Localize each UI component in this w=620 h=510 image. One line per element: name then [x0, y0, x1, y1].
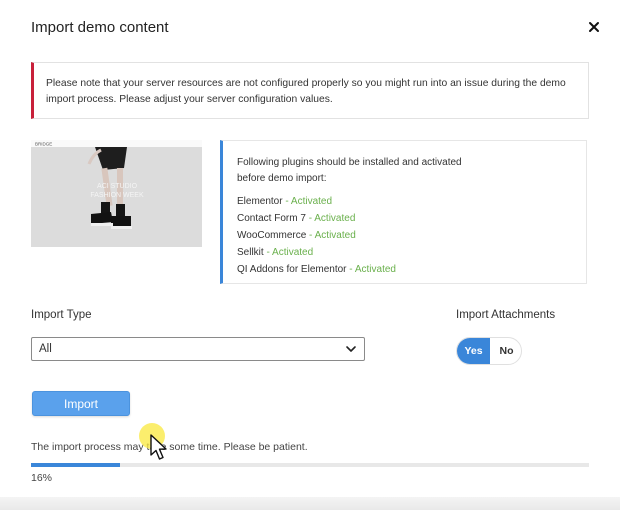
plugin-status: - Activated: [306, 230, 356, 241]
plugin-name: WooCommerce: [237, 230, 307, 241]
chevron-down-icon: [345, 343, 357, 358]
import-attachments-label: Import Attachments: [456, 309, 556, 321]
attachments-yes-option[interactable]: Yes: [457, 338, 490, 364]
plugin-name: Sellkit: [237, 247, 264, 258]
mouse-cursor-icon: [150, 434, 170, 467]
plugin-item: Elementor - Activated: [237, 193, 586, 210]
import-type-label: Import Type: [31, 309, 92, 321]
attachments-no-option[interactable]: No: [490, 338, 521, 364]
import-progress-percent: 16%: [31, 472, 53, 484]
import-progress-fill: [31, 463, 121, 467]
import-button[interactable]: Import: [32, 391, 130, 416]
import-attachments-toggle: Yes No: [456, 337, 522, 365]
notice-text: Please note that your server resources a…: [46, 78, 566, 105]
plugin-item: Sellkit - Activated: [237, 244, 586, 261]
plugin-item: QI Addons for Elementor - Activated: [237, 261, 586, 278]
plugin-name: Contact Form 7: [237, 213, 306, 224]
plugin-name: QI Addons for Elementor: [237, 264, 347, 275]
preview-overlay-line1: ACI STUDIO: [97, 183, 138, 190]
plugin-status: - Activated: [346, 264, 396, 275]
plugin-status: - Activated: [282, 196, 333, 207]
plugin-status: - Activated: [263, 247, 314, 258]
close-icon: [586, 19, 602, 35]
close-button[interactable]: [586, 19, 602, 35]
plugin-item: WooCommerce - Activated: [237, 227, 586, 244]
plugin-name: Elementor: [237, 196, 283, 207]
import-type-select[interactable]: All: [31, 337, 365, 361]
import-type-selected-value: All: [39, 343, 52, 355]
preview-overlay-line2: FASHION WEEK: [90, 192, 144, 199]
modal-title: Import demo content: [31, 19, 169, 36]
plugin-status: - Activated: [305, 213, 356, 224]
preview-brand: BRIDGE: [35, 142, 52, 147]
import-progress-bar: [31, 463, 589, 467]
plugins-intro: Following plugins should be installed an…: [237, 157, 462, 184]
required-plugins-panel: Following plugins should be installed an…: [220, 140, 587, 284]
demo-preview-image: BRIDGE ACI STUDIO FASHION WEEK: [31, 140, 202, 247]
server-warning-notice: Please note that your server resources a…: [31, 62, 589, 119]
bottom-edge: [0, 497, 620, 510]
plugin-item: Contact Form 7 - Activated: [237, 210, 586, 227]
